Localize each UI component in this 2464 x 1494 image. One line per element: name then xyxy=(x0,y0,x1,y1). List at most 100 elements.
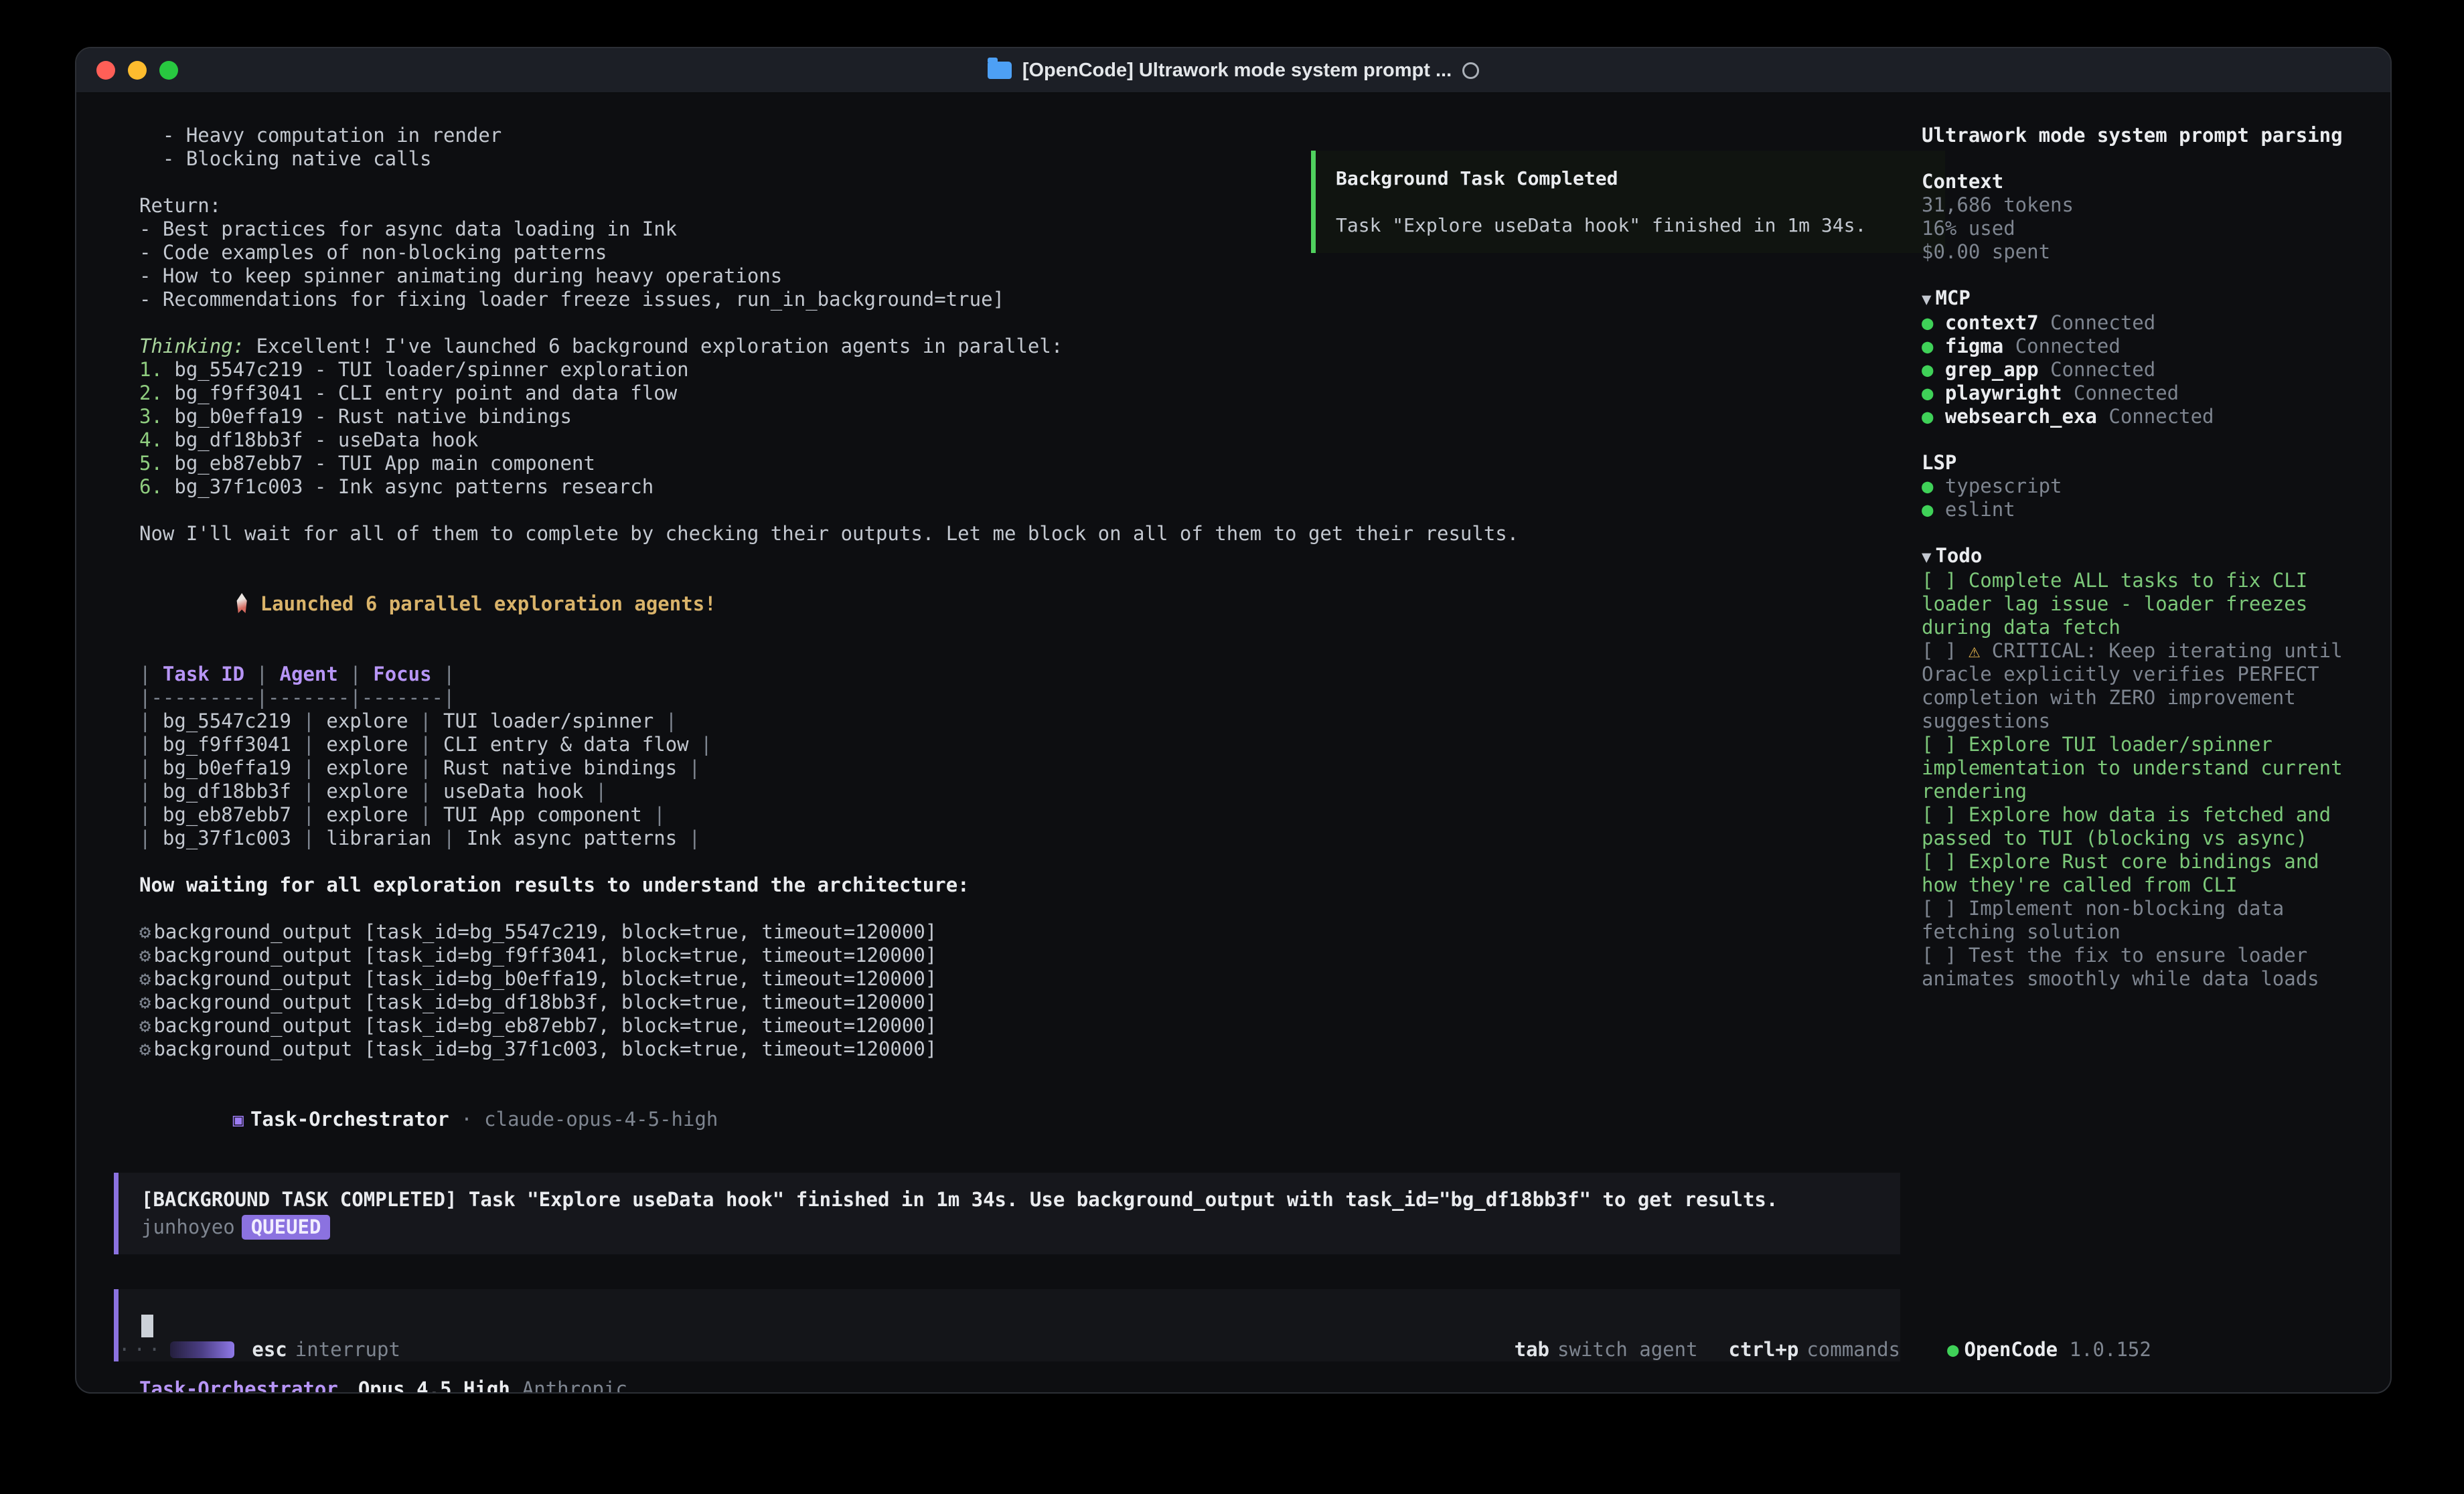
terminal-line xyxy=(114,546,1900,569)
terminal-line: | bg_df18bb3f | explore | useData hook | xyxy=(114,780,1900,803)
mcp-section: ▼MCP ● context7 Connected● figma Connect… xyxy=(1922,286,2364,428)
status-dot: ● xyxy=(1922,382,1945,404)
notification-toast[interactable]: Background Task Completed Task "Explore … xyxy=(1311,151,1945,253)
mcp-item: ● context7 Connected xyxy=(1922,311,2364,335)
terminal-line: ⚙background_output [task_id=bg_b0effa19,… xyxy=(114,967,1900,991)
terminal-line: 5. bg_eb87ebb7 - TUI App main component xyxy=(114,452,1900,475)
context-stat: $0.00 spent xyxy=(1922,240,2364,264)
terminal-pane[interactable]: - Heavy computation in render - Blocking… xyxy=(114,93,1900,1394)
todo-heading[interactable]: ▼Todo xyxy=(1922,544,2364,569)
context-stat: 31,686 tokens xyxy=(1922,193,2364,217)
mcp-item: ● websearch_exa Connected xyxy=(1922,405,2364,428)
checkbox: [ ] xyxy=(1922,850,1969,873)
terminal-line: 3. bg_b0effa19 - Rust native bindings xyxy=(114,405,1900,428)
terminal-line: Now I'll wait for all of them to complet… xyxy=(114,522,1900,546)
chevron-down-icon: ▼ xyxy=(1922,548,1931,566)
statusbar-hints: tab switch agent ctrl+p commands xyxy=(1515,1338,1900,1361)
folder-icon xyxy=(988,62,1012,79)
banner-user: junhoyeo xyxy=(141,1216,235,1238)
checkbox: [ ] xyxy=(1922,639,1969,662)
lsp-section: LSP ● typescript● eslint xyxy=(1922,451,2364,521)
tab-key-hint: tab xyxy=(1515,1338,1549,1361)
checkbox: [ ] xyxy=(1922,944,1969,967)
terminal-line: 6. bg_37f1c003 - Ink async patterns rese… xyxy=(114,475,1900,499)
status-dot: ● xyxy=(1922,335,1945,357)
terminal-line: ⚙background_output [task_id=bg_f9ff3041,… xyxy=(114,944,1900,967)
text-cursor xyxy=(141,1315,153,1337)
terminal-line: 4. bg_df18bb3f - useData hook xyxy=(114,428,1900,452)
terminal-line: | bg_eb87ebb7 | explore | TUI App compon… xyxy=(114,803,1900,827)
minimize-button[interactable] xyxy=(128,61,147,80)
terminal-line: | bg_37f1c003 | librarian | Ink async pa… xyxy=(114,827,1900,850)
app-version: ●OpenCode 1.0.152 xyxy=(1947,1338,2151,1361)
terminal-line: | bg_f9ff3041 | explore | CLI entry & da… xyxy=(114,733,1900,756)
terminal-line xyxy=(114,897,1900,920)
todo-item: [ ] Explore Rust core bindings and how t… xyxy=(1922,850,2364,897)
queued-badge: QUEUED xyxy=(242,1215,331,1240)
notification-title: Background Task Completed xyxy=(1336,167,1925,190)
rocket-icon xyxy=(233,593,251,613)
terminal-line: | bg_b0effa19 | explore | Rust native bi… xyxy=(114,756,1900,780)
lsp-heading: LSP xyxy=(1922,451,2364,475)
todo-item: [ ] Explore how data is fetched and pass… xyxy=(1922,803,2364,850)
session-title: Ultrawork mode system prompt parsing xyxy=(1922,124,2364,147)
todo-section: ▼Todo [ ] Complete ALL tasks to fix CLI … xyxy=(1922,544,2364,991)
agent-icon: ▣ xyxy=(233,1110,244,1131)
terminal-line: ⚙background_output [task_id=bg_37f1c003,… xyxy=(114,1038,1900,1061)
terminal-line xyxy=(114,311,1900,335)
commands-key-label: commands xyxy=(1806,1338,1900,1361)
chevron-down-icon: ▼ xyxy=(1922,290,1931,309)
commands-key-hint: ctrl+p xyxy=(1729,1338,1799,1361)
todo-item: [ ] Implement non-blocking data fetching… xyxy=(1922,897,2364,944)
waiting-line: Now waiting for all exploration results … xyxy=(114,874,1900,897)
window-title: [OpenCode] Ultrawork mode system prompt … xyxy=(1022,60,1452,82)
zoom-button[interactable] xyxy=(159,61,178,80)
terminal-line: ⚙background_output [task_id=bg_eb87ebb7,… xyxy=(114,1014,1900,1038)
agents-table: | Task ID | Agent | Focus ||---------|--… xyxy=(114,663,1900,850)
checkbox: [ ] xyxy=(1922,569,1969,592)
terminal-line: - How to keep spinner animating during h… xyxy=(114,264,1900,288)
terminal-line: - Recommendations for fixing loader free… xyxy=(114,288,1900,311)
terminal-line xyxy=(114,850,1900,874)
terminal-line: ⚙background_output [task_id=bg_df18bb3f,… xyxy=(114,991,1900,1014)
terminal-line: |---------|-------|-------| xyxy=(114,686,1900,710)
checkbox: [ ] xyxy=(1922,897,1969,920)
status-dot: ● xyxy=(1922,475,1945,497)
terminal-line xyxy=(114,1061,1900,1084)
close-button[interactable] xyxy=(96,61,115,80)
terminal-line: 2. bg_f9ff3041 - CLI entry point and dat… xyxy=(114,382,1900,405)
notification-body: Task "Explore useData hook" finished in … xyxy=(1336,214,1925,237)
todo-item: [ ] Complete ALL tasks to fix CLI loader… xyxy=(1922,569,2364,639)
status-dot: ● xyxy=(1947,1338,1958,1361)
esc-key-hint: esc xyxy=(252,1338,287,1361)
launch-line: Launched 6 parallel exploration agents! xyxy=(114,569,1900,639)
titlebar: [OpenCode] Ultrawork mode system prompt … xyxy=(76,48,2390,93)
status-dot: ● xyxy=(1922,498,1945,521)
banner-text: [BACKGROUND TASK COMPLETED] Task "Explor… xyxy=(141,1187,1877,1212)
terminal-line: | bg_5547c219 | explore | TUI loader/spi… xyxy=(114,710,1900,733)
todo-item: [ ] ⚠ CRITICAL: Keep iterating until Ora… xyxy=(1922,639,2364,733)
agent-name: Task-Orchestrator xyxy=(139,1378,338,1394)
lsp-item: ● typescript xyxy=(1922,475,2364,498)
agent-bar: Task-OrchestratorOpus 4.5 HighAnthropic xyxy=(114,1378,1900,1394)
tab-key-label: switch agent xyxy=(1557,1338,1698,1361)
context-stat: 16% used xyxy=(1922,217,2364,240)
warning-icon: ⚠ xyxy=(1969,639,1992,662)
sidebar: Ultrawork mode system prompt parsing Con… xyxy=(1922,93,2364,1392)
context-section: Context 31,686 tokens16% used$0.00 spent xyxy=(1922,170,2364,264)
status-dot: ● xyxy=(1922,405,1945,428)
status-dot: ● xyxy=(1922,311,1945,334)
progress-indicator xyxy=(170,1341,234,1358)
terminal-line: 1. bg_5547c219 - TUI loader/spinner expl… xyxy=(114,358,1900,382)
statusbar-left: ··· esc interrupt xyxy=(119,1338,400,1361)
mcp-item: ● playwright Connected xyxy=(1922,382,2364,405)
mcp-heading[interactable]: ▼MCP xyxy=(1922,286,2364,311)
terminal-line: - Heavy computation in render xyxy=(114,124,1900,147)
terminal-line xyxy=(114,499,1900,522)
mcp-item: ● grep_app Connected xyxy=(1922,358,2364,382)
orchestrator-line: ▣Task-Orchestrator · claude-opus-4-5-hig… xyxy=(114,1084,1900,1155)
proxy-circle-icon xyxy=(1462,62,1479,79)
terminal-line: Thinking: Excellent! I've launched 6 bac… xyxy=(114,335,1900,358)
esc-key-label: interrupt xyxy=(295,1338,400,1361)
todo-item: [ ] Test the fix to ensure loader animat… xyxy=(1922,944,2364,991)
